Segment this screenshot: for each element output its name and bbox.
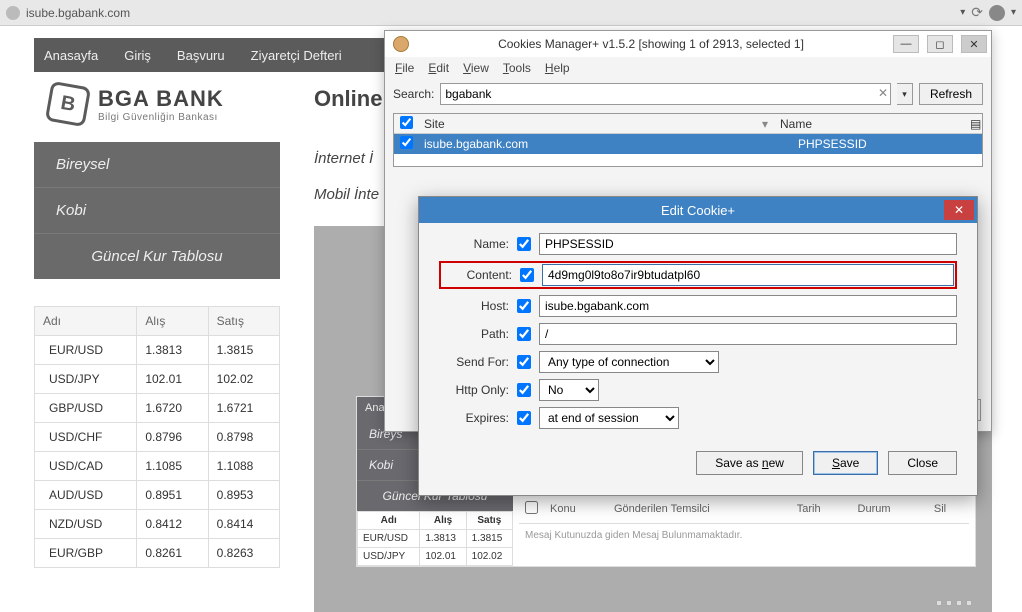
row-name: PHPSESSID [792, 137, 982, 151]
kur-row: EUR/USD1.38131.3815 [35, 336, 280, 365]
save-as-new-button[interactable]: Save as new [696, 451, 803, 475]
chk-host[interactable] [517, 299, 531, 313]
row-site: isube.bgabank.com [418, 137, 792, 151]
row-checkbox[interactable] [400, 136, 413, 149]
cm-title: Cookies Manager+ v1.5.2 [showing 1 of 29… [417, 37, 885, 51]
refresh-button[interactable]: Refresh [919, 83, 983, 105]
kur-row: NZD/USD0.84120.8414 [35, 510, 280, 539]
nav-anasayfa[interactable]: Anasayfa [44, 48, 98, 63]
sidebar-item-bireysel[interactable]: Bireysel [34, 142, 280, 188]
kur-row: EUR/GBP0.82610.8263 [35, 539, 280, 568]
save-button[interactable]: Save [813, 451, 878, 475]
label-httponly: Http Only: [439, 383, 509, 397]
mini-outbox-empty: Mesaj Kutunuzda giden Mesaj Bulunmamakta… [519, 524, 969, 547]
history-dropdown-icon[interactable]: ▾ [960, 7, 965, 18]
cm-menubar: File Edit View Tools Help [385, 57, 991, 79]
kur-row: USD/CAD1.10851.1088 [35, 452, 280, 481]
select-httponly[interactable]: No [539, 379, 599, 401]
label-path: Path: [439, 327, 509, 341]
kur-th-sell: Satış [208, 307, 279, 336]
nav-ziyaretci[interactable]: Ziyaretçi Defteri [251, 48, 342, 63]
ec-title: Edit Cookie+ [661, 203, 735, 218]
chk-expires[interactable] [517, 411, 531, 425]
sort-caret-icon: ▾ [762, 117, 768, 131]
select-all-checkbox[interactable] [400, 116, 413, 129]
label-content: Content: [442, 268, 512, 282]
globe-icon [6, 6, 20, 20]
chk-path[interactable] [517, 327, 531, 341]
ec-close-button[interactable]: Close [888, 451, 957, 475]
ec-close-icon[interactable]: ✕ [944, 200, 974, 220]
input-content[interactable] [542, 264, 954, 286]
cm-titlebar[interactable]: Cookies Manager+ v1.5.2 [showing 1 of 29… [385, 31, 991, 57]
kur-row: GBP/USD1.67201.6721 [35, 394, 280, 423]
label-sendfor: Send For: [439, 355, 509, 369]
chk-content[interactable] [520, 268, 534, 282]
search-dropdown-icon[interactable]: ▾ [897, 83, 913, 105]
col-site[interactable]: Site ▾ [418, 117, 774, 131]
sidebar: Bireysel Kobi Güncel Kur Tablosu [34, 142, 280, 279]
chk-httponly[interactable] [517, 383, 531, 397]
menu-tools[interactable]: Tools [503, 61, 531, 75]
maximize-button[interactable]: ◻ [927, 35, 953, 53]
sidebar-kur-title: Güncel Kur Tablosu [34, 234, 280, 279]
cookie-list: Site ▾ Name ▤ isube.bgabank.com PHPSESSI… [393, 113, 983, 167]
mobil-link[interactable]: Mobil İnte [314, 186, 379, 203]
menu-file[interactable]: File [395, 61, 414, 75]
minimize-button[interactable]: — [893, 35, 919, 53]
input-name[interactable] [539, 233, 957, 255]
status-dots [936, 600, 972, 606]
mini-outbox-checkall[interactable] [525, 501, 538, 514]
kur-row: USD/JPY102.01102.02 [35, 365, 280, 394]
kur-th-buy: Alış [137, 307, 208, 336]
url-text[interactable]: isube.bgabank.com [26, 6, 954, 20]
menu-edit[interactable]: Edit [428, 61, 449, 75]
col-name[interactable]: Name [774, 117, 964, 131]
column-picker-icon[interactable]: ▤ [964, 117, 982, 131]
cookie-icon [393, 36, 409, 52]
clear-search-icon[interactable]: ✕ [875, 86, 891, 102]
mini-outbox-table: Konu Gönderilen Temsilci Tarih Durum Sil [519, 495, 969, 524]
settings-dropdown-icon[interactable]: ▾ [1011, 7, 1016, 18]
kur-row: USD/CHF0.87960.8798 [35, 423, 280, 452]
menu-help[interactable]: Help [545, 61, 570, 75]
reload-icon[interactable]: ⟳ [971, 4, 983, 21]
kur-row: AUD/USD0.89510.8953 [35, 481, 280, 510]
nav-giris[interactable]: Giriş [124, 48, 151, 63]
chk-name[interactable] [517, 237, 531, 251]
logo-mark: B [45, 81, 91, 127]
select-sendfor[interactable]: Any type of connection [539, 351, 719, 373]
search-input[interactable] [440, 83, 891, 105]
logo-sub: Bilgi Güvenliğin Bankası [98, 112, 224, 123]
internet-link[interactable]: İnternet İ [314, 150, 373, 167]
search-label: Search: [393, 87, 434, 101]
nav-basvuru[interactable]: Başvuru [177, 48, 225, 63]
logo-text: BGA BANK [98, 86, 224, 112]
cookie-row[interactable]: isube.bgabank.com PHPSESSID [394, 134, 982, 154]
label-expires: Expires: [439, 411, 509, 425]
sidebar-item-kobi[interactable]: Kobi [34, 188, 280, 234]
close-window-button[interactable]: ✕ [961, 35, 987, 53]
label-host: Host: [439, 299, 509, 313]
kur-table: Adı Alış Satış EUR/USD1.38131.3815 USD/J… [34, 306, 280, 568]
kur-th-name: Adı [35, 307, 137, 336]
edit-cookie-dialog: Edit Cookie+ ✕ Name: Content: Host: Path… [418, 196, 978, 496]
chk-sendfor[interactable] [517, 355, 531, 369]
browser-address-bar: isube.bgabank.com ▾ ⟳ ▾ [0, 0, 1022, 26]
settings-globe-icon[interactable] [989, 5, 1005, 21]
logo: B BGA BANK Bilgi Güvenliğin Bankası [48, 84, 224, 124]
select-expires[interactable]: at end of session [539, 407, 679, 429]
menu-view[interactable]: View [463, 61, 489, 75]
input-host[interactable] [539, 295, 957, 317]
input-path[interactable] [539, 323, 957, 345]
mini-kur-table: AdıAlışSatış EUR/USD1.38131.3815 USD/JPY… [357, 511, 513, 566]
label-name: Name: [439, 237, 509, 251]
ec-titlebar[interactable]: Edit Cookie+ ✕ [419, 197, 977, 223]
